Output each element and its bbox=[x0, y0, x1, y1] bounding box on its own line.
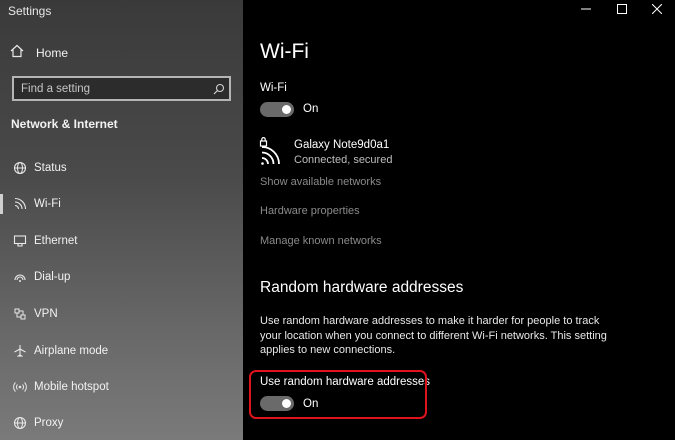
vpn-icon bbox=[0, 307, 36, 321]
sidebar: Settings Home Find a setting Network & I… bbox=[0, 0, 243, 440]
random-hardware-description: Use random hardware addresses to make it… bbox=[260, 315, 607, 356]
sidebar-item-ethernet[interactable]: Ethernet bbox=[0, 223, 243, 259]
sidebar-item-label: Proxy bbox=[34, 417, 64, 429]
network-name: Galaxy Note9d0a1 bbox=[294, 139, 390, 151]
wifi-secured-icon bbox=[259, 136, 287, 166]
random-hardware-title: Random hardware addresses bbox=[260, 279, 464, 296]
wifi-toggle-state: On bbox=[303, 103, 319, 115]
close-button[interactable] bbox=[639, 0, 675, 20]
globe-icon bbox=[0, 161, 36, 175]
sidebar-item-label: Mobile hotspot bbox=[34, 381, 109, 393]
sidebar-item-dial-up[interactable]: Dial-up bbox=[0, 259, 243, 295]
wifi-toggle[interactable] bbox=[260, 102, 294, 117]
app-title: Settings bbox=[8, 4, 52, 18]
sidebar-item-label: VPN bbox=[34, 308, 58, 320]
dialup-icon bbox=[0, 270, 36, 284]
sidebar-item-label: Airplane mode bbox=[34, 345, 109, 357]
annotation-highlight-box bbox=[249, 370, 427, 419]
home-icon bbox=[10, 44, 24, 63]
page-title: Wi-Fi bbox=[260, 40, 309, 63]
maximize-button[interactable] bbox=[604, 0, 640, 20]
sidebar-item-label: Ethernet bbox=[34, 235, 78, 247]
toggle-knob bbox=[282, 105, 291, 114]
close-icon bbox=[651, 1, 663, 19]
network-status: Connected, secured bbox=[294, 154, 393, 166]
sidebar-item-proxy[interactable]: Proxy bbox=[0, 405, 243, 440]
home-button[interactable]: Home bbox=[10, 44, 68, 62]
ethernet-icon bbox=[0, 234, 36, 248]
sidebar-item-label: Dial-up bbox=[34, 271, 71, 283]
hotspot-icon bbox=[0, 380, 36, 394]
show-available-networks-link[interactable]: Show available networks bbox=[260, 176, 381, 188]
minimize-button[interactable] bbox=[568, 0, 604, 20]
search-icon[interactable] bbox=[209, 83, 229, 95]
home-label: Home bbox=[36, 46, 69, 60]
minimize-icon bbox=[581, 1, 591, 19]
maximize-icon bbox=[617, 1, 627, 19]
sidebar-item-label: Wi-Fi bbox=[34, 198, 61, 210]
connected-network[interactable]: Galaxy Note9d0a1 Connected, secured bbox=[259, 136, 392, 167]
sidebar-item-wifi[interactable]: Wi-Fi bbox=[0, 186, 243, 222]
sidebar-item-airplane-mode[interactable]: Airplane mode bbox=[0, 333, 243, 369]
scrollbar[interactable] bbox=[667, 20, 675, 440]
wifi-toggle-label: Wi-Fi bbox=[260, 82, 287, 94]
airplane-icon bbox=[0, 344, 36, 358]
search-box[interactable]: Find a setting bbox=[12, 76, 231, 101]
sidebar-item-mobile-hotspot[interactable]: Mobile hotspot bbox=[0, 369, 243, 405]
sidebar-item-vpn[interactable]: VPN bbox=[0, 296, 243, 332]
hardware-properties-link[interactable]: Hardware properties bbox=[260, 205, 360, 217]
wifi-icon bbox=[0, 197, 36, 211]
sidebar-item-label: Status bbox=[34, 162, 67, 174]
sidebar-item-status[interactable]: Status bbox=[0, 150, 243, 186]
section-title: Network & Internet bbox=[11, 117, 118, 131]
manage-known-networks-link[interactable]: Manage known networks bbox=[260, 235, 382, 247]
search-input[interactable]: Find a setting bbox=[14, 83, 209, 95]
proxy-globe-icon bbox=[0, 416, 36, 430]
